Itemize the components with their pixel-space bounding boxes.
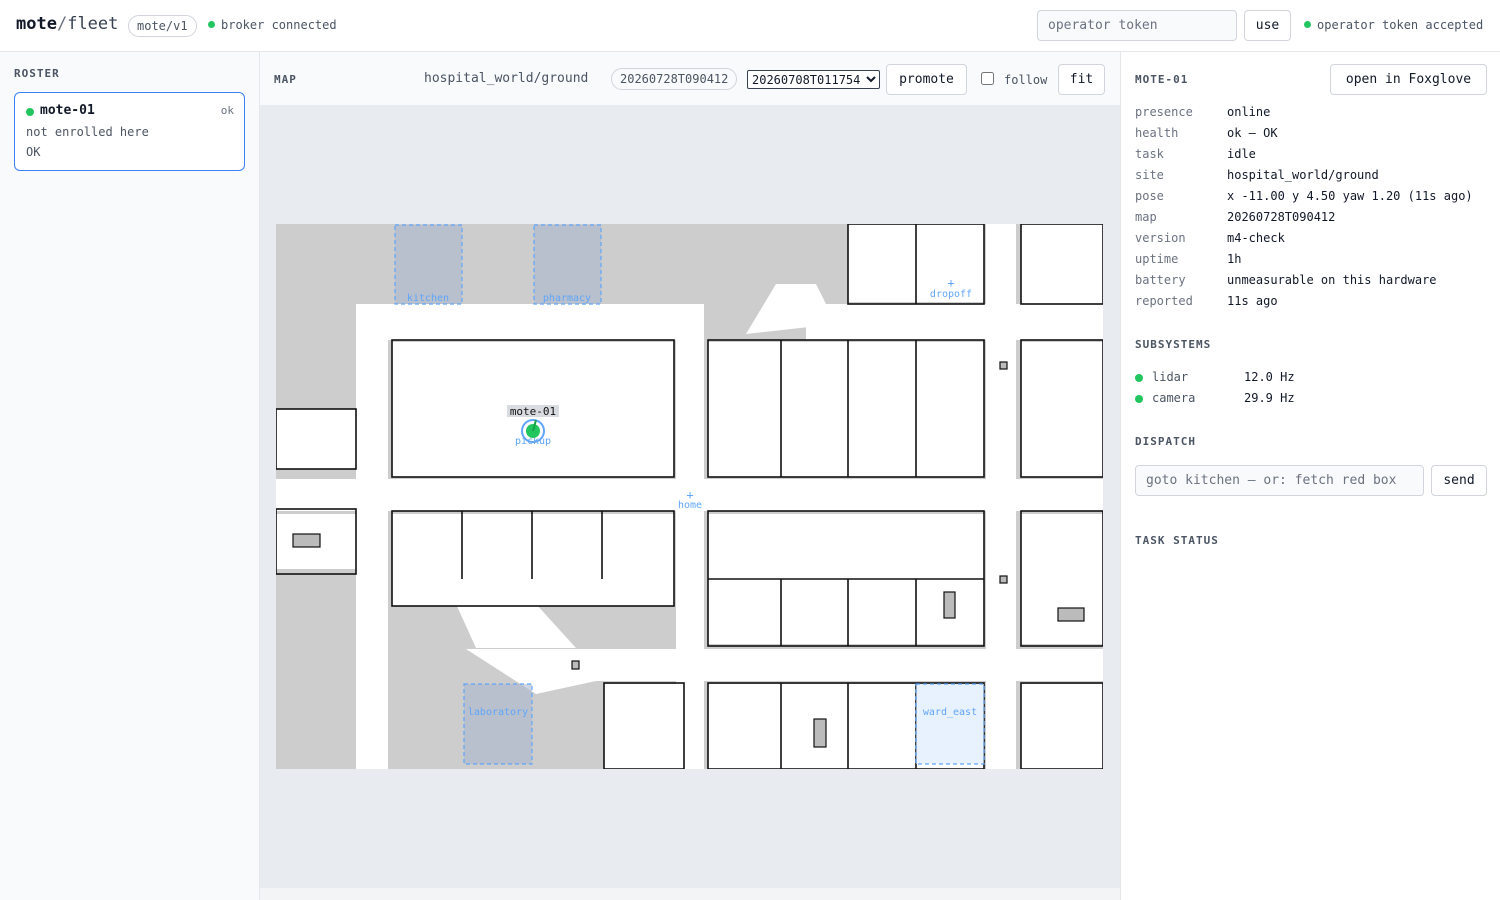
subsystem-name: camera — [1152, 391, 1196, 405]
subsystem-rate: 12.0 Hz — [1244, 370, 1295, 384]
field-value: ok — OK — [1227, 126, 1278, 140]
field-key: site — [1135, 168, 1164, 182]
zone-label-laboratory: laboratory — [468, 707, 528, 718]
field-value: idle — [1227, 147, 1256, 161]
online-dot-icon — [26, 108, 34, 116]
status-dot-icon — [208, 21, 215, 28]
subsystems-title: SUBSYSTEMS — [1135, 338, 1212, 351]
field-key: reported — [1135, 294, 1193, 308]
open-foxglove-button[interactable]: open in Foxglove — [1330, 64, 1487, 95]
roster-panel: ROSTER mote-01 ok not enrolled here OK — [0, 52, 260, 900]
robot-health-badge: ok — [220, 104, 234, 117]
brand-name: mote — [16, 14, 57, 34]
dispatch-command-input[interactable] — [1135, 465, 1424, 496]
send-button[interactable]: send — [1431, 465, 1487, 496]
field-key: health — [1135, 126, 1179, 140]
task-status-title: TASK STATUS — [1135, 534, 1219, 547]
operator-token-input[interactable] — [1037, 10, 1237, 41]
robot-enroll-note: not enrolled here — [26, 125, 149, 139]
use-token-button[interactable]: use — [1244, 10, 1291, 41]
zone-label-pharmacy: pharmacy — [543, 293, 591, 304]
field-value: 1h — [1227, 252, 1242, 266]
field-key: battery — [1135, 273, 1186, 287]
token-status-text: operator token accepted — [1317, 18, 1484, 32]
broker-status: broker connected — [208, 18, 337, 32]
token-status: operator token accepted — [1304, 18, 1483, 32]
zone-label-kitchen: kitchen — [407, 293, 449, 304]
field-value: hospital_world/ground — [1227, 168, 1379, 182]
crosshair-icon: + — [947, 276, 954, 290]
field-key: uptime — [1135, 252, 1179, 266]
robot-detail-panel: MOTE-01 open in Foxglove presence online … — [1120, 52, 1500, 900]
status-dot-icon — [1135, 395, 1143, 403]
point-label-dropoff: dropoff — [930, 289, 972, 300]
map-panel: MAP hospital_world/ground 20260728T09041… — [260, 52, 1120, 900]
map-toolbar: MAP hospital_world/ground 20260728T09041… — [260, 52, 1120, 105]
brand-logo: mote/fleet — [16, 14, 118, 34]
field-key: task — [1135, 147, 1164, 161]
zone-label-ward-east: ward_east — [923, 707, 977, 718]
status-dot-icon — [1304, 21, 1311, 28]
current-map-version-badge: 20260728T090412 — [611, 68, 738, 90]
field-key: pose — [1135, 189, 1164, 203]
field-value: 20260728T090412 — [1227, 210, 1336, 224]
top-bar: mote/fleet mote/v1 broker connected use … — [0, 0, 1500, 52]
roster-title: ROSTER — [14, 67, 60, 80]
field-value: x -11.00 y 4.50 yaw 1.20 (11s ago) — [1227, 189, 1473, 203]
map-title: MAP — [274, 73, 297, 86]
field-value: unmeasurable on this hardware — [1227, 273, 1437, 287]
subsystem-name: lidar — [1152, 370, 1189, 384]
follow-label: follow — [1004, 73, 1048, 87]
promote-button[interactable]: promote — [886, 64, 967, 95]
robot-name: mote-01 — [40, 103, 95, 118]
robot-map-label: mote-01 — [510, 405, 556, 418]
field-key: presence — [1135, 105, 1193, 119]
broker-status-text: broker connected — [221, 18, 337, 32]
brand-separator: / — [56, 14, 68, 34]
zone-ward-east[interactable] — [915, 683, 985, 765]
detail-title: MOTE-01 — [1135, 73, 1189, 86]
point-label-home: home — [678, 500, 702, 511]
field-value: online — [1227, 105, 1271, 119]
robot-card-mote-01[interactable]: mote-01 ok not enrolled here OK — [14, 92, 245, 171]
brand-suffix: fleet — [67, 14, 119, 34]
subsystem-rate: 29.9 Hz — [1244, 391, 1295, 405]
field-value: 11s ago — [1227, 294, 1278, 308]
zone-laboratory[interactable] — [463, 683, 533, 765]
robot-health-text: OK — [26, 145, 41, 159]
follow-checkbox[interactable] — [981, 72, 994, 85]
field-key: map — [1135, 210, 1157, 224]
dispatch-title: DISPATCH — [1135, 435, 1196, 448]
protocol-badge: mote/v1 — [128, 15, 197, 37]
field-value: m4-check — [1227, 231, 1285, 245]
fit-button[interactable]: fit — [1058, 64, 1105, 95]
field-key: version — [1135, 231, 1186, 245]
map-site-name: hospital_world/ground — [424, 71, 589, 86]
map-canvas[interactable]: kitchen pharmacy laboratory ward_east + … — [260, 105, 1120, 888]
occupancy-map[interactable]: kitchen pharmacy laboratory ward_east + … — [276, 224, 1103, 769]
status-dot-icon — [1135, 374, 1143, 382]
map-version-select[interactable]: 20260708T011754 — [747, 70, 880, 89]
